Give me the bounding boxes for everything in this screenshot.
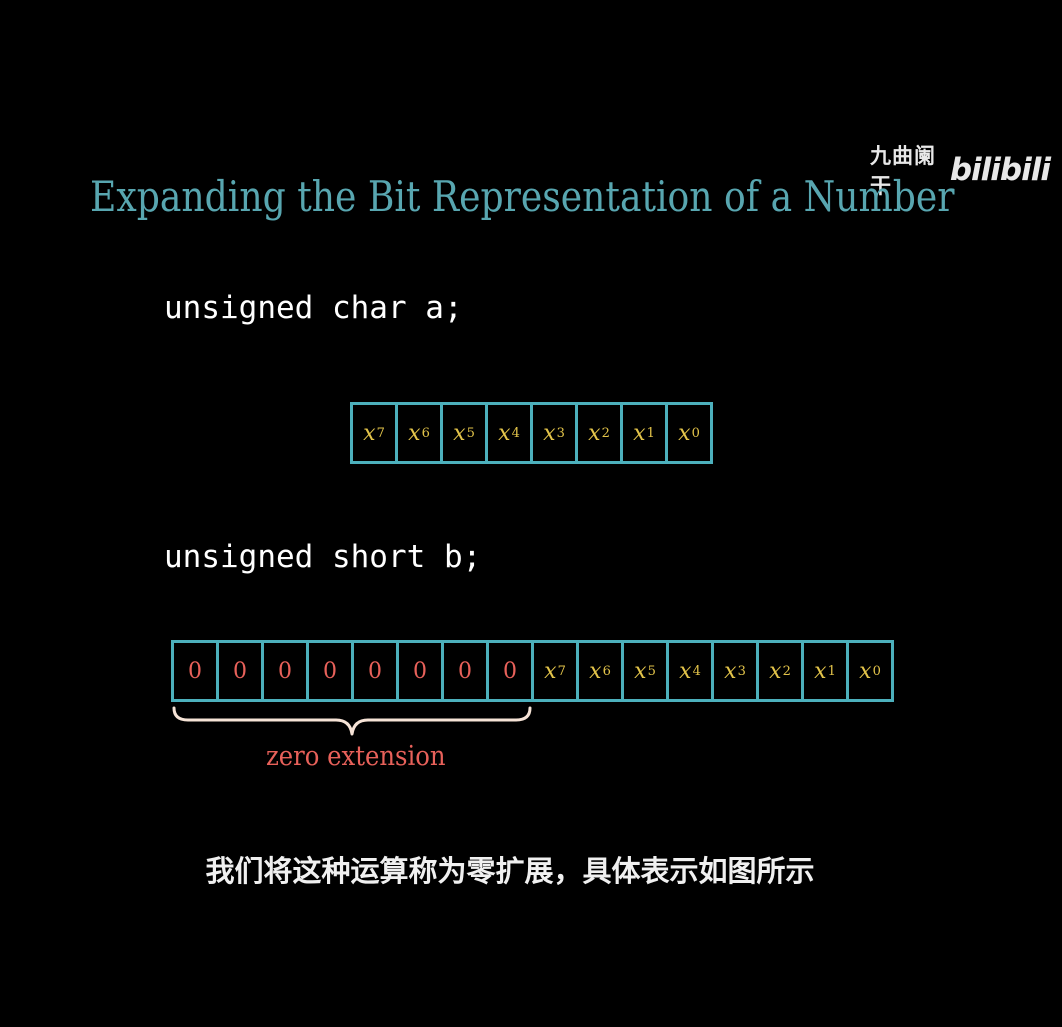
bit-cell-x7: x7 <box>353 405 398 461</box>
bit-variable: x <box>724 658 737 684</box>
bit-row-short: 00000000x7x6x5x4x3x2x1x0 <box>171 640 894 702</box>
bit-variable: x <box>408 420 421 446</box>
bit-variable: x <box>589 658 602 684</box>
bit-index: 7 <box>557 663 566 679</box>
bit-cell-x2: x2 <box>578 405 623 461</box>
bit-variable: x <box>634 658 647 684</box>
bit-index: 1 <box>646 425 655 441</box>
zero-bit-cell: 0 <box>354 643 399 699</box>
bit-cell-x4: x4 <box>488 405 533 461</box>
bit-variable: x <box>543 420 556 446</box>
zero-bit-cell: 0 <box>444 643 489 699</box>
bit-index: 0 <box>691 425 700 441</box>
bit-variable: x <box>363 420 376 446</box>
bit-cell-x5: x5 <box>624 643 669 699</box>
zero-bit-cell: 0 <box>219 643 264 699</box>
zero-bit-cell: 0 <box>174 643 219 699</box>
bit-index: 6 <box>421 425 430 441</box>
bit-variable: x <box>453 420 466 446</box>
bit-variable: x <box>633 420 646 446</box>
zero-bit-cell: 0 <box>399 643 444 699</box>
bit-cell-x5: x5 <box>443 405 488 461</box>
bit-variable: x <box>588 420 601 446</box>
bit-cell-x7: x7 <box>534 643 579 699</box>
subtitle-caption: 我们将这种运算称为零扩展，具体表示如图所示 <box>205 854 815 888</box>
bit-cell-x3: x3 <box>533 405 578 461</box>
bit-index: 6 <box>602 663 611 679</box>
bit-cell-x0: x0 <box>849 643 894 699</box>
bit-index: 0 <box>872 663 881 679</box>
bit-cell-x3: x3 <box>714 643 759 699</box>
bit-cell-x4: x4 <box>669 643 714 699</box>
zero-bit-cell: 0 <box>309 643 354 699</box>
code-unsigned-char: unsigned char a; <box>164 290 463 326</box>
bit-cell-x1: x1 <box>804 643 849 699</box>
bit-cell-x1: x1 <box>623 405 668 461</box>
bit-variable: x <box>769 658 782 684</box>
zero-bit-cell: 0 <box>264 643 309 699</box>
bit-index: 3 <box>737 663 746 679</box>
bit-index: 7 <box>376 425 385 441</box>
bit-variable: x <box>814 658 827 684</box>
bit-index: 5 <box>466 425 475 441</box>
bit-index: 2 <box>601 425 610 441</box>
zero-bit-cell: 0 <box>489 643 534 699</box>
bit-index: 1 <box>827 663 836 679</box>
bit-index: 2 <box>782 663 791 679</box>
bit-variable: x <box>678 420 691 446</box>
bit-index: 5 <box>647 663 656 679</box>
bit-cell-x6: x6 <box>579 643 624 699</box>
bit-row-char: x7x6x5x4x3x2x1x0 <box>350 402 713 464</box>
zero-extension-label: zero extension <box>266 741 446 772</box>
bilibili-logo-icon: bilibili <box>949 152 1051 188</box>
bit-index: 3 <box>556 425 565 441</box>
bit-variable: x <box>859 658 872 684</box>
bit-cell-x2: x2 <box>759 643 804 699</box>
slide-title: Expanding the Bit Representation of a Nu… <box>90 172 955 221</box>
bit-cell-x0: x0 <box>668 405 713 461</box>
bit-index: 4 <box>511 425 520 441</box>
bit-index: 4 <box>692 663 701 679</box>
zero-extension-brace-icon <box>172 706 532 736</box>
bit-variable: x <box>498 420 511 446</box>
bit-variable: x <box>679 658 692 684</box>
code-unsigned-short: unsigned short b; <box>164 539 482 575</box>
bit-variable: x <box>544 658 557 684</box>
bit-cell-x6: x6 <box>398 405 443 461</box>
